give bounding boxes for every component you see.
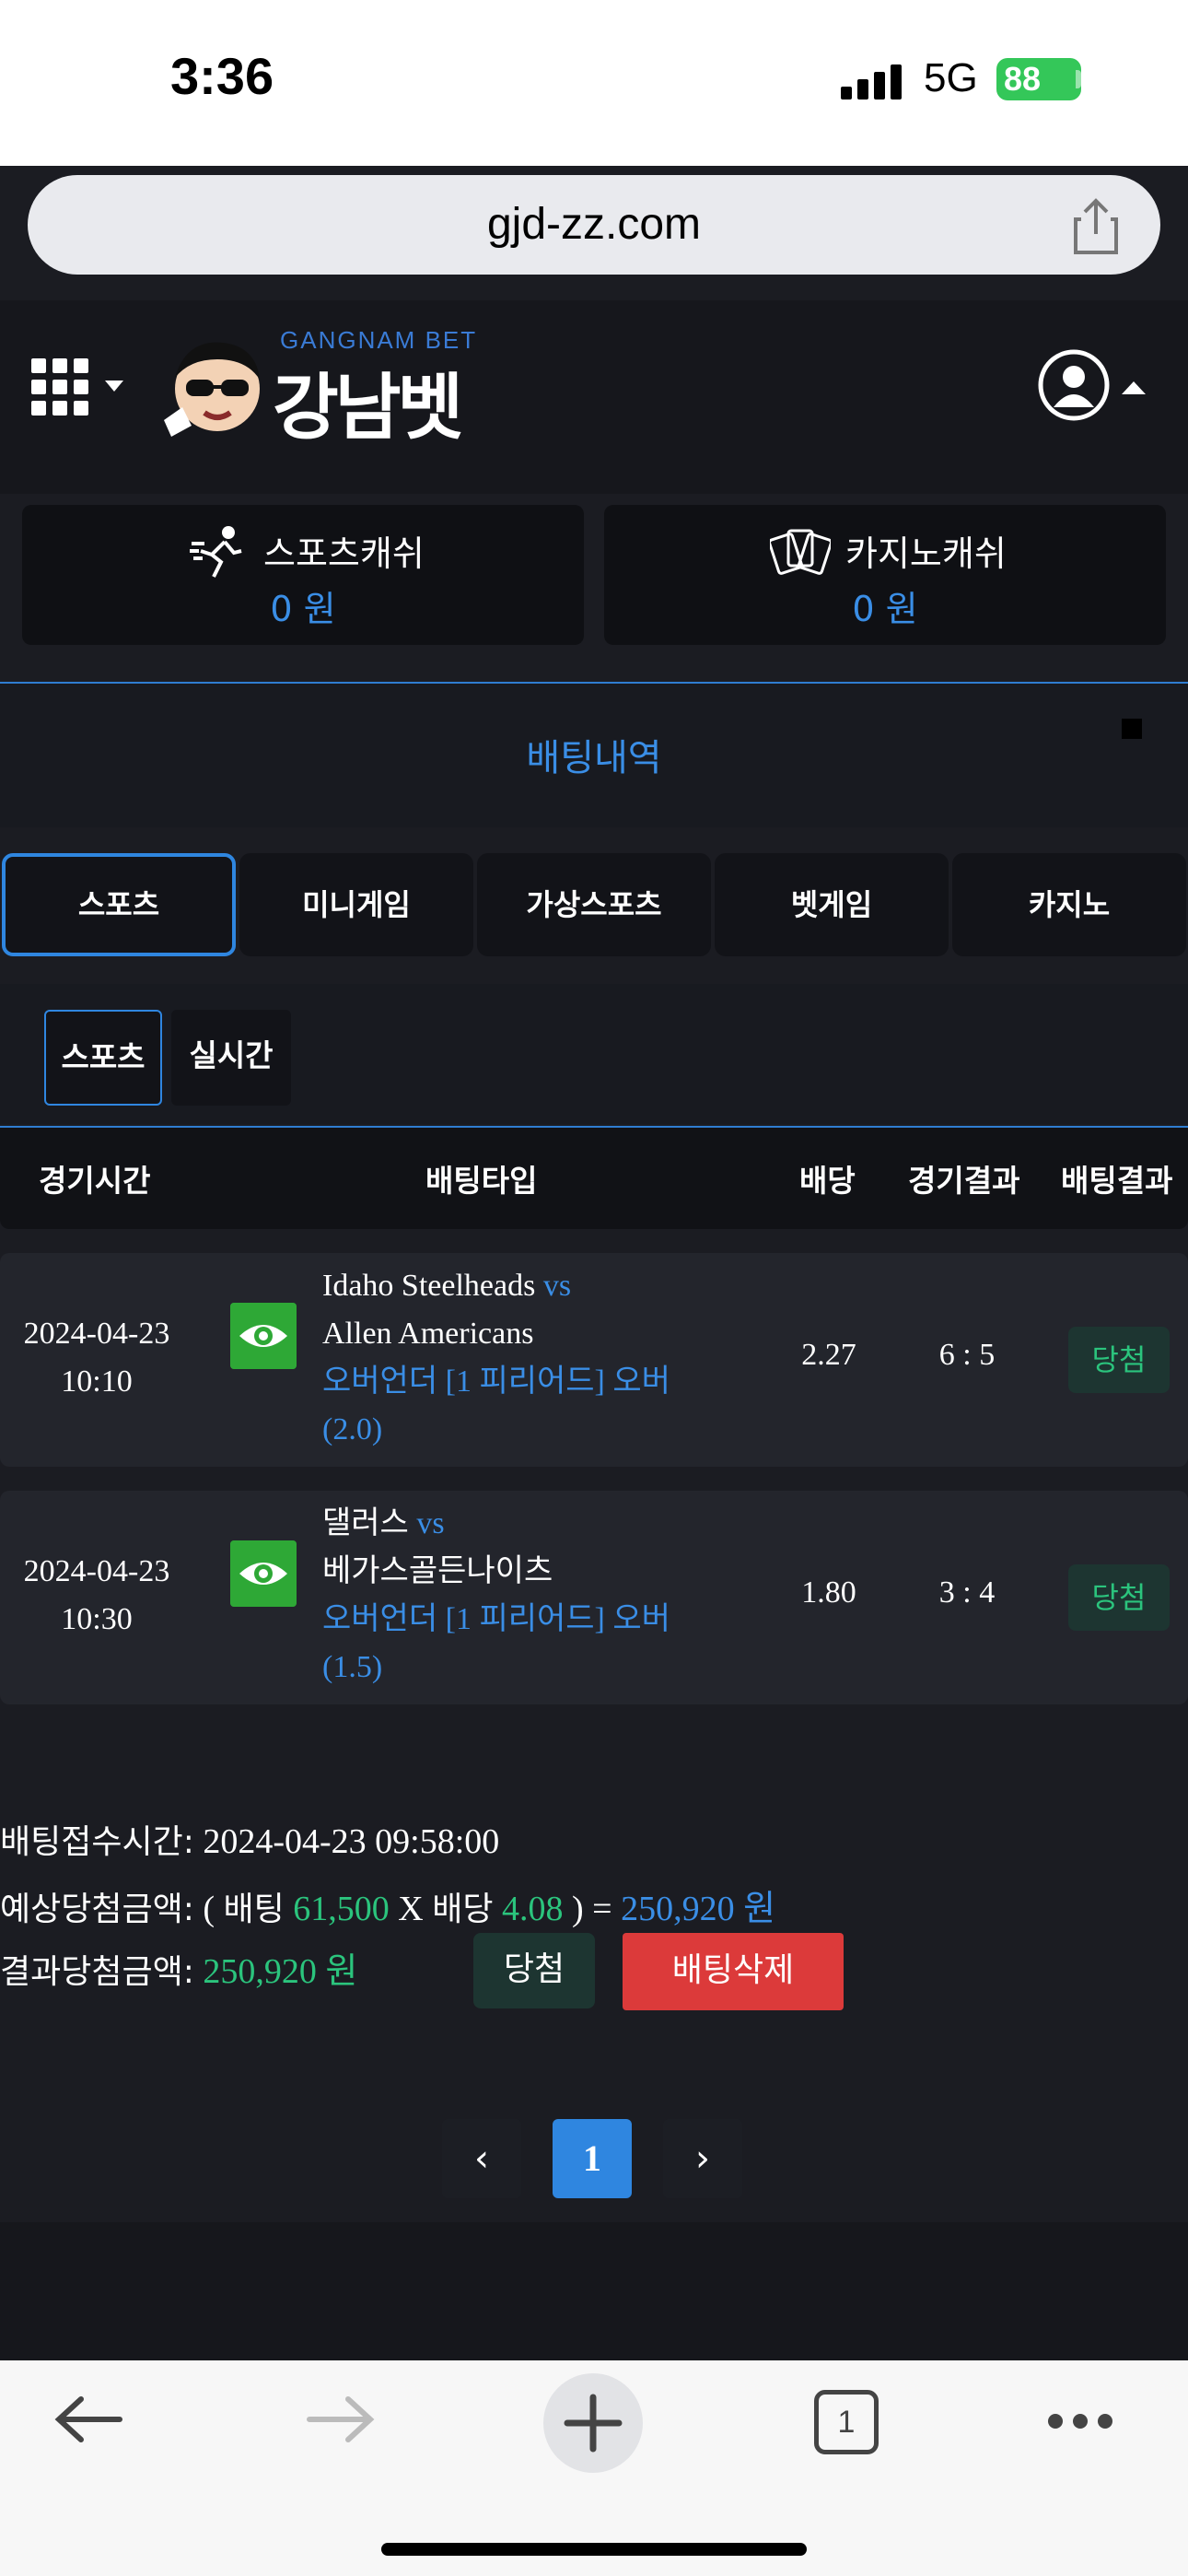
- received-time: 배팅접수시간: 2024-04-23 09:58:00: [0, 1822, 500, 1861]
- next-page-button[interactable]: ›: [663, 2119, 742, 2198]
- back-arrow-icon[interactable]: [52, 2392, 125, 2447]
- away-team: 베가스골든나이츠: [322, 1554, 553, 1588]
- tab-minigame[interactable]: 미니게임: [239, 853, 473, 956]
- logo-mascot-icon[interactable]: [158, 332, 267, 440]
- bet-details: Idaho Steelheads vs Allen Americans 오버언더…: [322, 1262, 709, 1454]
- column-header: 경기시간: [39, 1163, 151, 1199]
- square-icon: [1122, 719, 1142, 739]
- expected-winnings: 예상당첨금액: ( 배팅 61,500 X 배당 4.08 ) = 250,92…: [0, 1890, 776, 1928]
- column-header: 배팅결과: [1061, 1163, 1173, 1199]
- bet-type: 오버언더 [1 피리어드] 오버: [322, 1364, 670, 1399]
- battery-tip: [1076, 70, 1081, 88]
- url-text[interactable]: gjd-zz.com: [28, 175, 1160, 275]
- match-score: 3 : 4: [938, 1575, 996, 1610]
- eye-icon[interactable]: [230, 1303, 297, 1369]
- away-team: Allen Americans: [322, 1317, 534, 1351]
- bet-line: (1.5): [322, 1650, 383, 1684]
- subtab-sports[interactable]: 스포츠: [44, 1010, 162, 1106]
- match-score: 6 : 5: [938, 1338, 996, 1372]
- sports-cash-value: 0 원: [270, 589, 336, 629]
- grid-menu-icon[interactable]: [31, 358, 88, 416]
- home-indicator: [381, 2543, 807, 2556]
- forward-arrow-icon[interactable]: [304, 2392, 378, 2447]
- casino-cash-box[interactable]: 카지노캐쉬 0 원: [604, 505, 1166, 645]
- page-title: 배팅내역: [526, 737, 662, 779]
- home-team: 댈러스: [322, 1506, 409, 1540]
- status-badge: 당첨: [1068, 1327, 1170, 1393]
- sports-cash-label: 스포츠캐쉬: [263, 533, 425, 574]
- bet-type: 오버언더 [1 피리어드] 오버: [322, 1602, 670, 1636]
- network-type: 5G: [924, 55, 978, 100]
- odds-value: 2.27: [801, 1338, 856, 1372]
- match-date: 2024-04-23 10:30: [23, 1554, 170, 1636]
- new-tab-icon[interactable]: [542, 2371, 645, 2475]
- casino-cash-value: 0 원: [852, 589, 918, 629]
- sports-cash-box[interactable]: 스포츠캐쉬 0 원: [22, 505, 584, 645]
- column-header: 배당: [799, 1163, 856, 1199]
- tab-betgame[interactable]: 벳게임: [715, 853, 949, 956]
- user-icon[interactable]: [1037, 348, 1111, 422]
- delete-bet-button[interactable]: 배팅삭제: [623, 1933, 844, 2010]
- odds-value: 1.80: [801, 1575, 856, 1610]
- more-icon[interactable]: [1046, 2410, 1114, 2432]
- tab-sports[interactable]: 스포츠: [2, 853, 236, 956]
- footer-band: [0, 2222, 1188, 2360]
- bet-details: 댈러스 vs 베가스골든나이츠 오버언더 [1 피리어드] 오버 (1.5): [322, 1500, 709, 1692]
- status-badge: 당첨: [1068, 1564, 1170, 1631]
- tabs-icon[interactable]: 1: [814, 2390, 879, 2454]
- prev-page-button[interactable]: ‹: [442, 2119, 521, 2198]
- status-time: 3:36: [170, 47, 274, 105]
- result-winnings: 결과당첨금액: 250,920 원: [0, 1952, 358, 1991]
- column-header: 경기결과: [908, 1163, 1020, 1199]
- column-header: 배팅타입: [425, 1163, 538, 1199]
- tab-virtual-sports[interactable]: 가상스포츠: [477, 853, 711, 956]
- running-icon: [190, 526, 242, 578]
- win-status-button[interactable]: 당첨: [473, 1933, 595, 2008]
- table-row: 2024-04-23 10:30 댈러스 vs 베가스골든나이츠 오버언더 [1 …: [0, 1491, 1188, 1704]
- cards-icon: [770, 529, 831, 575]
- battery-icon: 88: [996, 58, 1081, 100]
- signal-icon: [841, 63, 905, 100]
- eye-icon[interactable]: [230, 1540, 297, 1607]
- vs-label: vs: [416, 1506, 445, 1540]
- logo-title[interactable]: 강남벳: [273, 350, 463, 453]
- chevron-up-icon[interactable]: [1122, 381, 1146, 394]
- table-row: 2024-04-23 10:10 Idaho Steelheads vs Alle…: [0, 1253, 1188, 1467]
- casino-cash-label: 카지노캐쉬: [845, 533, 1007, 574]
- subtab-live[interactable]: 실시간: [171, 1010, 291, 1106]
- home-team: Idaho Steelheads: [322, 1269, 536, 1303]
- match-date: 2024-04-23 10:10: [23, 1317, 170, 1399]
- share-icon[interactable]: [1068, 195, 1124, 256]
- bet-line: (2.0): [322, 1412, 383, 1446]
- vs-label: vs: [542, 1269, 572, 1303]
- page-button-current[interactable]: 1: [553, 2119, 632, 2198]
- tab-casino[interactable]: 카지노: [952, 853, 1186, 956]
- chevron-down-icon[interactable]: [105, 381, 123, 392]
